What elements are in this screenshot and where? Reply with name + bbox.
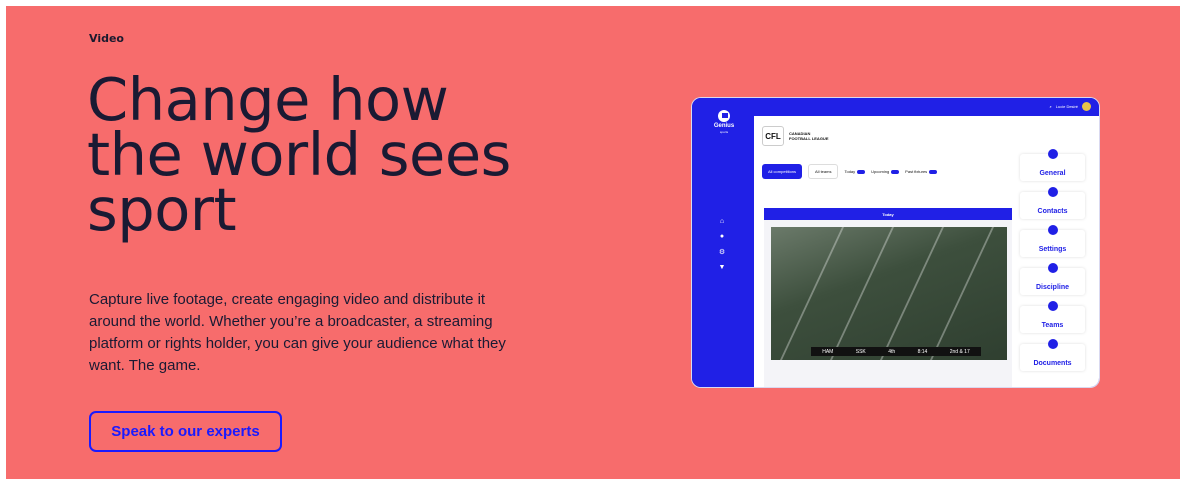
- sidebar-icons: ⌂ ● ⚙ ▼: [712, 218, 732, 271]
- settings-icon[interactable]: ⚙: [719, 248, 725, 256]
- toggle-upcoming[interactable]: Upcoming: [871, 169, 900, 174]
- card-icon: [1047, 187, 1058, 197]
- genius-logo-icon: [718, 110, 730, 122]
- score-away: SSK: [855, 348, 866, 355]
- teams-dropdown[interactable]: All teams: [808, 164, 839, 179]
- card-icon: [1047, 149, 1058, 159]
- search-icon[interactable]: ⌕: [1050, 104, 1052, 109]
- toggle-switch[interactable]: [929, 169, 938, 174]
- league-name-main: FOOTBALL LEAGUE: [789, 136, 829, 141]
- avatar: [1082, 102, 1091, 111]
- filter-bar: All competitions All teams Today Upcomin…: [762, 164, 938, 179]
- toggle-label: Upcoming: [871, 169, 890, 174]
- logo-text: Genius: [713, 123, 735, 129]
- toggle-switch[interactable]: [857, 169, 866, 174]
- toggle-switch[interactable]: [891, 169, 900, 174]
- section-label: Video: [89, 32, 124, 45]
- toggle-label: Today: [844, 169, 856, 174]
- description: Capture live footage, create engaging vi…: [89, 291, 506, 374]
- logo-subtext: sports: [719, 130, 729, 134]
- card-contacts[interactable]: Contacts: [1020, 187, 1085, 219]
- card-label: Discipline: [1035, 284, 1070, 291]
- filter-icon[interactable]: ▼: [719, 264, 726, 271]
- card-settings[interactable]: Settings: [1020, 225, 1085, 257]
- card-general[interactable]: General: [1020, 149, 1085, 181]
- card-discipline[interactable]: Discipline: [1020, 263, 1085, 295]
- card-icon: [1047, 263, 1058, 273]
- speak-to-experts-button[interactable]: Speak to our experts: [89, 411, 282, 452]
- score-clock: 8:14: [917, 348, 928, 355]
- product-mockup: Genius sports ⌂ ● ⚙ ▼ ⌕ Lucie Desiré CFL…: [692, 98, 1099, 387]
- card-label: Documents: [1033, 360, 1072, 367]
- toggle-today[interactable]: Today: [844, 169, 866, 174]
- card-documents[interactable]: Documents: [1020, 339, 1085, 371]
- card-label: Teams: [1041, 322, 1064, 329]
- card-teams[interactable]: Teams: [1020, 301, 1085, 333]
- home-icon[interactable]: ⌂: [720, 218, 724, 225]
- user-menu[interactable]: ⌕ Lucie Desiré: [1050, 102, 1091, 111]
- user-name: Lucie Desiré: [1055, 104, 1078, 109]
- hero-section: Video Change how the world sees sport Ca…: [6, 6, 1180, 479]
- league-badge: CFL: [762, 126, 784, 146]
- card-icon: [1047, 301, 1058, 311]
- toggle-label: Past fixtures: [905, 169, 928, 174]
- headline: Change how the world sees sport: [87, 65, 511, 244]
- genius-logo: Genius sports: [709, 110, 739, 134]
- score-home: HAM: [822, 348, 834, 355]
- card-label: General: [1039, 170, 1066, 177]
- today-bar: Today: [764, 208, 1012, 220]
- mockup-sidebar: Genius sports ⌂ ● ⚙ ▼: [692, 98, 755, 387]
- card-label: Settings: [1038, 246, 1067, 253]
- users-icon[interactable]: ●: [720, 233, 724, 240]
- score-quarter: 4th: [888, 348, 896, 355]
- mockup-content: CFL CANADIAN FOOTBALL LEAGUE All competi…: [754, 116, 1099, 387]
- video-player[interactable]: HAM SSK 4th 8:14 2nd & 17: [771, 227, 1007, 360]
- card-icon: [1047, 225, 1058, 235]
- toggle-past[interactable]: Past fixtures: [905, 169, 938, 174]
- score-down: 2nd & 17: [949, 348, 970, 355]
- competitions-dropdown[interactable]: All competitions: [762, 164, 803, 179]
- card-icon: [1047, 339, 1058, 349]
- section-cards: General Contacts Settings Discipline Tea…: [1020, 149, 1085, 371]
- mockup-topbar: ⌕ Lucie Desiré: [754, 98, 1099, 116]
- scoreboard: HAM SSK 4th 8:14 2nd & 17: [811, 347, 981, 356]
- video-card: HAM SSK 4th 8:14 2nd & 17: [764, 220, 1012, 387]
- league-header: CFL CANADIAN FOOTBALL LEAGUE: [762, 126, 828, 146]
- card-label: Contacts: [1037, 208, 1068, 215]
- league-name: CANADIAN FOOTBALL LEAGUE: [789, 131, 828, 141]
